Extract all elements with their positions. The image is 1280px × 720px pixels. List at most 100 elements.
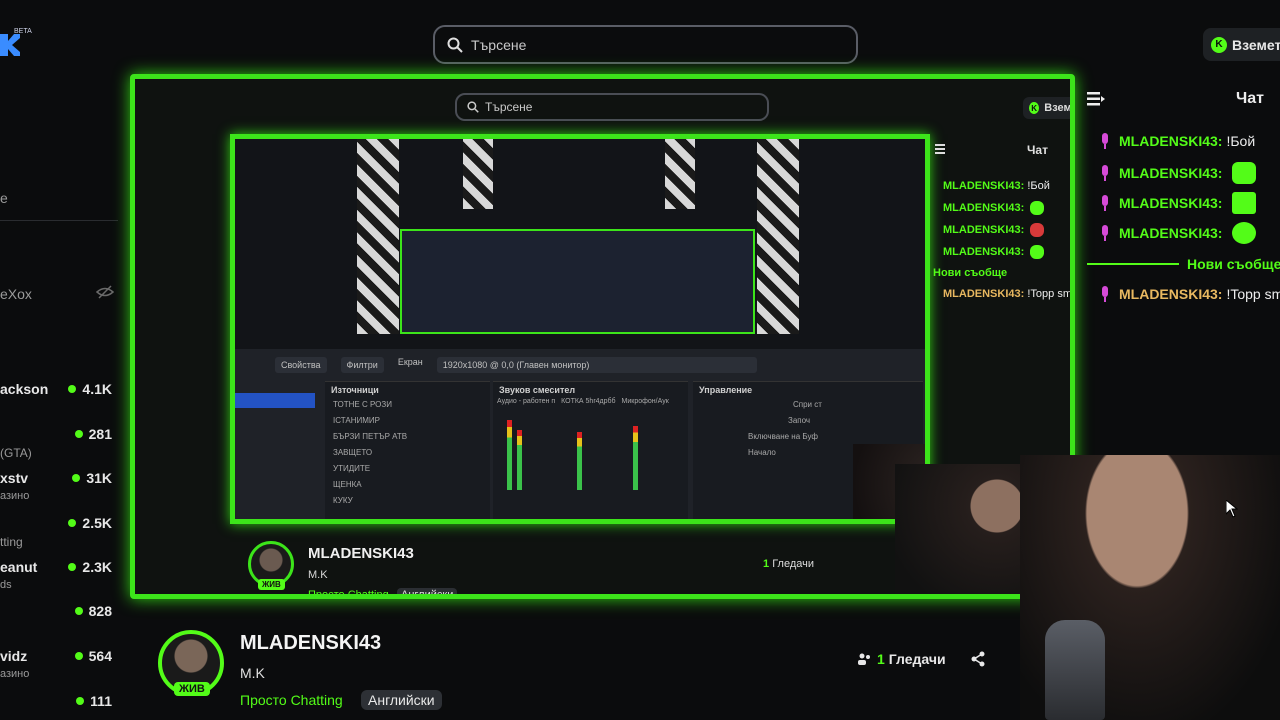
inner-chat-title: Чат [1027,143,1048,157]
smile-emote-icon [1030,245,1045,259]
hazard-stripes [665,139,695,209]
obs-source: ТОТНЕ С РОЗИ [333,400,392,409]
collapse-chat-icon[interactable] [1087,91,1105,107]
obs-tab-screen: Екран [397,357,423,367]
live-dot-icon [68,385,77,393]
inner-chat-message: MLADENSKI43: [943,197,1070,219]
streamer-name[interactable]: MLADENSKI43 [240,632,381,655]
ghost-emote-icon [1030,201,1045,215]
obs-display-select: 1920x1080 @ 0,0 (Главен монитор) [436,357,757,373]
video-get-app-label: Вземет [1044,102,1072,114]
share-icon[interactable] [970,651,986,667]
obs-tab-properties: Свойства [275,357,327,373]
live-dot-icon [74,652,83,660]
inner-live-badge: ЖИВ [258,579,285,590]
microphone-badge-icon [1102,165,1108,181]
inner-viewer-count: 1 Гледачи [763,558,814,570]
search-icon [447,37,463,53]
hazard-stripes [357,139,399,334]
viewer-count: 281 [74,426,112,442]
viewer-count: 2.5K [68,515,112,531]
obs-sources-panel: Източници ТОТНЕ С РОЗИ ІСТАНИМИР БЪРЗИ П… [325,381,490,519]
viewer-label: Гледачи [888,651,946,667]
chat-message[interactable]: MLADENSKI43: !Бой [1099,132,1255,150]
obs-source: БЪРЗИ ПЕТЪР АТВ [333,432,408,441]
viewer-count: 828 [74,603,112,619]
angry-emote-icon [1232,192,1257,214]
live-dot-icon [72,474,81,482]
chat-message[interactable]: MLADENSKI43: !Topp sm [1099,285,1280,303]
search-bar[interactable] [433,25,858,64]
language-tag[interactable]: Английски [361,690,442,710]
audio-meter [517,430,522,490]
search-input[interactable] [471,36,831,53]
channel-category: ds [0,579,12,591]
channel-category: tting [0,535,23,549]
stream-category[interactable]: Просто Chatting [240,692,343,708]
viewer-count: 4.1K [68,381,112,397]
smile-emote-icon [1232,222,1257,244]
inner-chat-messages: MLADENSKI43: !Бой MLADENSKI43: MLADENSKI… [943,175,1070,263]
obs-source: ІСТАНИМИР [333,416,380,425]
chat-panel: Чат MLADENSKI43: !Бой MLADENSKI43: MLADE… [1077,80,1280,720]
obs-source: ЩЕНКА [333,480,362,489]
audio-meter [577,432,582,490]
inner-language-tag: Английски [397,588,458,594]
channel-name: vidz [0,648,28,664]
kick-k-icon: K [1211,36,1227,53]
stream-video-player[interactable]: Търсене K Вземет Свойства Филтри Екран 1… [130,74,1075,599]
sidebar-fragment: е [0,190,8,206]
divider-line [1087,263,1179,265]
hazard-stripes [463,139,493,209]
inner-collapse-chat-icon [935,144,945,154]
inner-chat-message: MLADENSKI43: [943,241,1070,263]
live-badge: ЖИВ [174,682,210,696]
live-dot-icon [76,697,85,705]
video-get-app-button: K Вземет [1023,97,1072,119]
sidebar-fragment: eXox [0,286,32,302]
channel-name: xstv [0,470,29,486]
inner-stream-category: Просто Chatting [308,589,389,599]
stream-title: M.K [240,665,265,681]
inner-streamer-name: MLADENSKI43 [308,545,414,562]
obs-source: ЗАВЩЕТО [333,448,373,457]
sidebar: е eXox ackson 4.1K (GTA) 281 xstv азино … [0,80,128,720]
chat-username[interactable]: MLADENSKI43: [1119,286,1222,302]
obs-mixer-channel: Аудио - работен п [497,398,556,405]
live-dot-icon [74,430,83,438]
chat-message[interactable]: MLADENSKI43: [1099,162,1257,184]
top-bar: BETA K Вземет [0,0,1280,80]
channel-name: eanut [0,559,38,575]
eye-off-icon[interactable] [96,284,114,300]
obs-mixer-channel: Микрофон/Аук [621,398,669,405]
viewer-count: 31K [72,470,112,486]
beta-label: BETA [14,28,32,35]
chat-text: !Бой [1226,133,1256,149]
obs-source: УТИДИТЕ [333,464,371,473]
viewer-count: 111 [76,693,112,709]
inner-new-messages-divider: Нови съобще [933,267,1008,279]
mouse-cursor-icon [1226,500,1238,518]
obs-preview-window [400,229,755,334]
channel-category: азино [0,668,30,680]
chat-username[interactable]: MLADENSKI43: [1119,165,1222,181]
nested-screen-capture: Свойства Филтри Екран 1920x1080 @ 0,0 (Г… [230,134,930,524]
chat-title: Чат [1236,90,1264,107]
viewers-icon [858,653,870,665]
chat-message[interactable]: MLADENSKI43: [1099,192,1257,214]
chat-message[interactable]: MLADENSKI43: [1099,222,1257,244]
obs-selected-scene [235,393,315,408]
inner-chat-message: MLADENSKI43: [943,219,1070,241]
get-app-label: Вземет [1232,36,1280,53]
hazard-stripes [757,139,799,334]
video-search-placeholder: Търсене [485,100,533,114]
obs-mixer-channel: КОТКА 5hr4дрбб [561,398,616,405]
chat-username[interactable]: MLADENSKI43: [1119,133,1222,149]
get-app-button[interactable]: K Вземет [1203,28,1280,61]
viewer-count: 2.3K [68,559,112,575]
obs-control-button: Спри ст [793,400,822,409]
chat-username[interactable]: MLADENSKI43: [1119,195,1222,211]
new-messages-divider[interactable]: Нови съобще [1087,256,1280,272]
channel-category: (GTA) [0,446,32,460]
chat-username[interactable]: MLADENSKI43: [1119,225,1222,241]
